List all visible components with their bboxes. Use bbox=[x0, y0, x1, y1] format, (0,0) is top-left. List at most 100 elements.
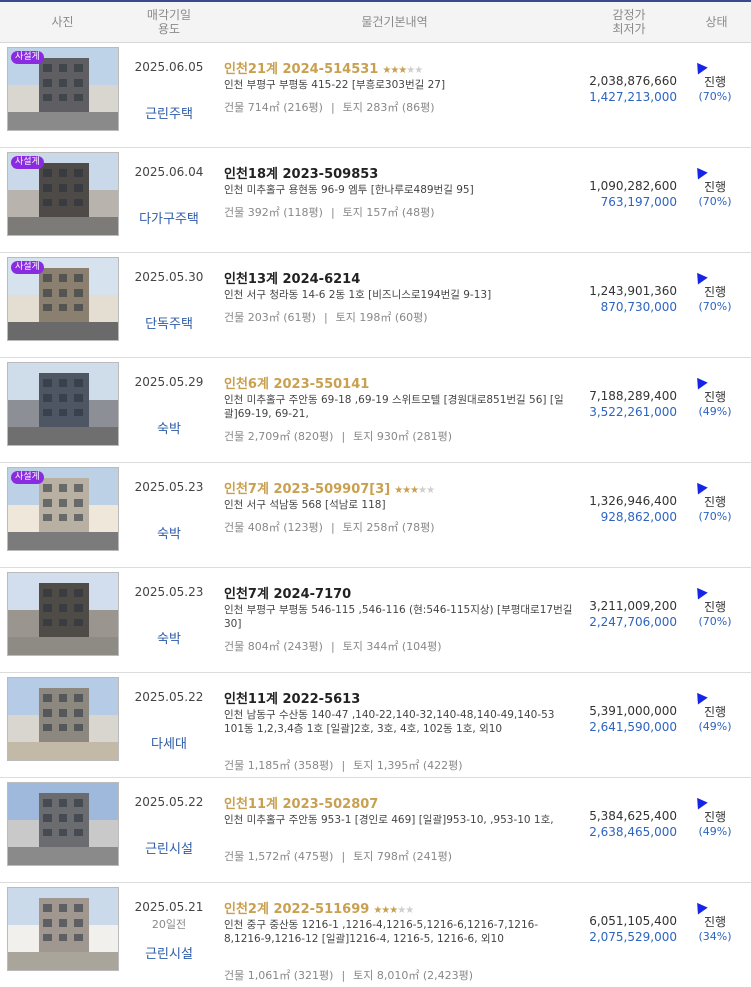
listing-photo[interactable]: 사설게 bbox=[7, 152, 119, 236]
listing-row[interactable]: 사설게 2025.05.30 단독주택 인천13계 2024-6214 인천 서구 청라… bbox=[0, 253, 751, 358]
case-title-link[interactable]: 인천2계 2022-511699 ★★★★★ bbox=[224, 898, 574, 917]
sale-date: 2025.05.23 bbox=[134, 585, 204, 599]
photo-window bbox=[58, 499, 68, 507]
listing-row[interactable]: 2025.05.22 다세대 인천11계 2022-5613 인천 남동구 수산동 1… bbox=[0, 673, 751, 778]
rating-stars: ★★★★★ bbox=[394, 485, 435, 496]
photo-window bbox=[74, 618, 83, 627]
photo-window bbox=[58, 904, 68, 912]
listing-row[interactable]: 사설게 2025.05.23 숙박 인천7계 2023-509907[3] ★★★★★ 인… bbox=[0, 463, 751, 568]
area-divider: | bbox=[330, 206, 335, 219]
area-info: 건물 1,185㎡ (358평) | 토지 1,395㎡ (422평) bbox=[224, 757, 463, 773]
case-title-link[interactable]: 인천6계 2023-550141 bbox=[224, 373, 574, 392]
listing-row[interactable]: 사설게 2025.06.05 근린주택 인천21계 2024-514531 ★★★★★ 인… bbox=[0, 43, 751, 148]
minimum-price: 763,197,000 bbox=[600, 195, 677, 209]
photo-window bbox=[58, 604, 68, 612]
case-title-link[interactable]: 인천13계 2024-6214 bbox=[224, 268, 574, 287]
photo-window bbox=[74, 169, 83, 177]
listing-row[interactable]: 2025.05.23 숙박 인천7계 2024-7170 인천 부평구 부평동 546… bbox=[0, 568, 751, 673]
min-price-ratio: (70%) bbox=[698, 300, 732, 313]
photo-window bbox=[74, 93, 83, 102]
photo-window bbox=[74, 274, 83, 282]
area-divider: | bbox=[341, 430, 346, 443]
photo-window bbox=[43, 618, 52, 627]
photo-window bbox=[74, 513, 83, 522]
case-title-link[interactable]: 인천21계 2024-514531 ★★★★★ bbox=[224, 58, 574, 77]
photo-window bbox=[74, 198, 83, 207]
photo-window bbox=[58, 93, 68, 102]
photo-window bbox=[74, 408, 83, 417]
photo-window bbox=[43, 93, 52, 102]
listing-photo[interactable] bbox=[7, 887, 119, 971]
case-title-link[interactable]: 인천11계 2022-5613 bbox=[224, 688, 574, 707]
listing-photo[interactable] bbox=[7, 677, 119, 761]
minimum-price: 3,522,261,000 bbox=[589, 405, 677, 419]
listing-info: 인천11계 2023-502807 인천 미추홀구 주안동 953-1 [경인로 … bbox=[224, 793, 574, 827]
address: 인천 부평구 부평동 546-115 ,546-116 (현:546-115지상… bbox=[224, 604, 573, 630]
min-price-ratio: (70%) bbox=[698, 90, 732, 103]
photo-ground bbox=[8, 111, 118, 130]
header-date: 매각기일 bbox=[146, 8, 192, 22]
status-cell: 진행 (70%) bbox=[690, 43, 740, 147]
status-text: 진행 bbox=[703, 915, 727, 929]
status-cell: 진행 (70%) bbox=[690, 463, 740, 567]
sale-date: 2025.06.04 bbox=[134, 165, 204, 179]
photo-window bbox=[74, 484, 83, 492]
land-area: 토지 930㎡ (281평) bbox=[353, 430, 453, 443]
listing-row[interactable]: 2025.05.21 20일전 근린시설 인천2계 2022-511699 ★★★★★ 인… bbox=[0, 883, 751, 987]
date-use-cell: 2025.06.04 다가구주택 bbox=[125, 148, 213, 252]
status-text: 진행 bbox=[703, 390, 727, 404]
auction-listing-table: 사진 매각기일 용도 물건기본내역 감정가 최저가 상태 사설게 2025.06.… bbox=[0, 0, 751, 987]
photo-window bbox=[58, 274, 68, 282]
property-use: 근린주택 bbox=[145, 107, 193, 122]
building-area: 건물 203㎡ (61평) bbox=[224, 311, 316, 324]
min-price-ratio: (70%) bbox=[698, 615, 732, 628]
star-icon: ★ bbox=[426, 485, 435, 496]
photo-window bbox=[58, 79, 68, 87]
case-title-link[interactable]: 인천7계 2024-7170 bbox=[224, 583, 574, 602]
status-cell: 진행 (49%) bbox=[690, 673, 740, 777]
case-title-link[interactable]: 인천7계 2023-509907[3] ★★★★★ bbox=[224, 478, 574, 497]
date-use-cell: 2025.05.30 단독주택 bbox=[125, 253, 213, 357]
land-area: 토지 8,010㎡ (2,423평) bbox=[353, 969, 474, 982]
days-ago: 20일전 bbox=[151, 918, 187, 931]
listing-photo[interactable] bbox=[7, 572, 119, 656]
listing-row[interactable]: 2025.05.29 숙박 인천6계 2023-550141 인천 미추홀구 주안동 … bbox=[0, 358, 751, 463]
area-info: 건물 392㎡ (118평) | 토지 157㎡ (48평) bbox=[224, 204, 435, 220]
listing-row[interactable]: 사설게 2025.06.04 다가구주택 인천18계 2023-509853 인천 미추… bbox=[0, 148, 751, 253]
photo-window bbox=[58, 184, 68, 192]
photo-window bbox=[58, 694, 68, 702]
photo-window bbox=[74, 499, 83, 507]
listing-photo[interactable]: 사설게 bbox=[7, 47, 119, 131]
photo-window bbox=[74, 933, 83, 942]
listing-info: 인천11계 2022-5613 인천 남동구 수산동 140-47 ,140-22… bbox=[224, 688, 574, 736]
listing-photo[interactable]: 사설게 bbox=[7, 467, 119, 551]
case-title-link[interactable]: 인천18계 2023-509853 bbox=[224, 163, 574, 182]
min-price-ratio: (34%) bbox=[698, 930, 732, 943]
address: 인천 중구 중산동 1216-1 ,1216-4,1216-5,1216-6,1… bbox=[224, 919, 539, 945]
photo-window bbox=[74, 828, 83, 837]
listing-row[interactable]: 2025.05.22 근린시설 인천11계 2023-502807 인천 미추홀구 주… bbox=[0, 778, 751, 883]
listing-photo[interactable]: 사설게 bbox=[7, 257, 119, 341]
header-appraised: 감정가 bbox=[612, 8, 646, 22]
status-text: 진행 bbox=[703, 75, 727, 89]
address: 인천 미추홀구 용현동 96-9 엠투 [한나루로489번길 95] bbox=[224, 184, 474, 196]
area-divider: | bbox=[341, 969, 346, 982]
photo-window bbox=[74, 723, 83, 732]
photo-window bbox=[43, 814, 52, 822]
photo-ground bbox=[8, 531, 118, 550]
listing-photo[interactable] bbox=[7, 782, 119, 866]
photo-window bbox=[58, 64, 68, 72]
photo-window bbox=[58, 828, 68, 837]
header-price: 감정가 최저가 bbox=[576, 8, 682, 36]
photo-window bbox=[58, 814, 68, 822]
photo-window bbox=[58, 723, 68, 732]
building-area: 건물 804㎡ (243평) bbox=[224, 640, 323, 653]
sale-date: 2025.05.22 bbox=[134, 690, 204, 704]
listing-photo[interactable] bbox=[7, 362, 119, 446]
case-title-link[interactable]: 인천11계 2023-502807 bbox=[224, 793, 574, 812]
date-use-cell: 2025.05.23 숙박 bbox=[125, 568, 213, 672]
star-icon: ★ bbox=[410, 485, 419, 496]
property-use: 숙박 bbox=[157, 632, 181, 647]
photo-window bbox=[74, 709, 83, 717]
photo-window bbox=[74, 694, 83, 702]
